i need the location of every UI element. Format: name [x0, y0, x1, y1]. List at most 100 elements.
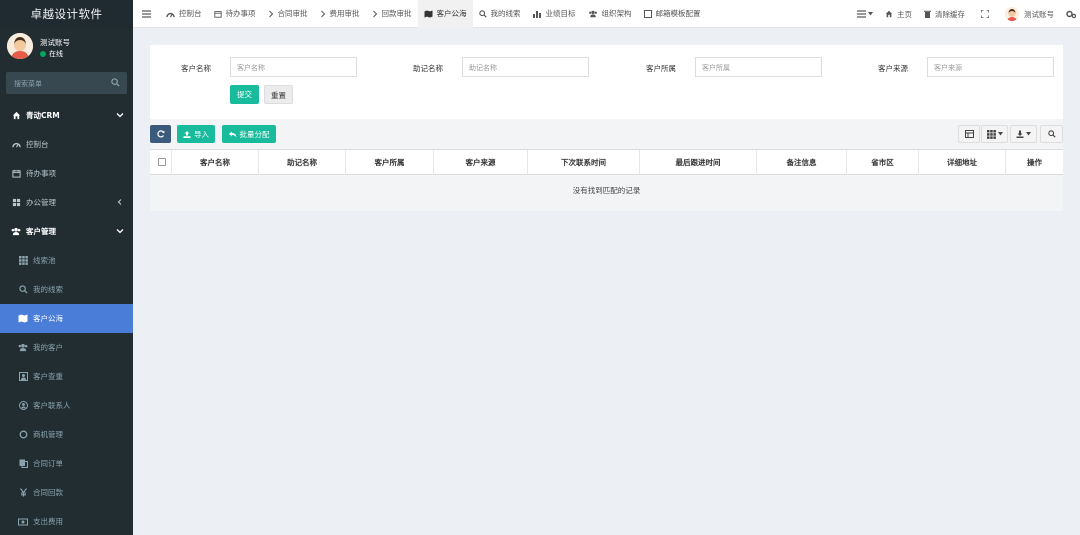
sidebar-item-customer-mgmt[interactable]: 客户管理: [0, 217, 133, 246]
column-header[interactable]: 客户所属: [346, 150, 434, 175]
select-all-checkbox[interactable]: [158, 158, 166, 166]
sidebar-item-my-leads[interactable]: 我的线索: [0, 275, 133, 304]
sidebar-item-expenses[interactable]: 支出费用: [0, 507, 133, 535]
customer-source-input[interactable]: 客户来源: [927, 57, 1054, 77]
filter-label-customer-name: 客户名称: [181, 64, 211, 73]
sidebar-item-duplicate-check[interactable]: 客户查重: [0, 362, 133, 391]
table-search-button[interactable]: [1040, 125, 1063, 143]
tab-todo[interactable]: 待办事项: [208, 0, 262, 28]
sidebar-item-dashboard[interactable]: 控制台: [0, 130, 133, 159]
reset-button[interactable]: 重置: [264, 85, 293, 104]
user-circle-icon: [18, 401, 28, 411]
customer-source-placeholder[interactable]: 客户来源: [934, 64, 962, 72]
sidebar-item-my-customers[interactable]: 我的客户: [0, 333, 133, 362]
column-header[interactable]: 客户来源: [434, 150, 528, 175]
sidebar-search[interactable]: 搜索菜单: [6, 72, 127, 94]
clear-cache-label: 清除缓存: [935, 9, 965, 19]
column-header[interactable]: 下次联系时间: [528, 150, 640, 175]
sidebar-item-lead-pool[interactable]: 线索池: [0, 246, 133, 275]
list-icon[interactable]: [857, 10, 866, 18]
home-icon: [885, 10, 893, 18]
tab-my-leads[interactable]: 我的线索: [473, 0, 527, 28]
home-label: 主页: [897, 9, 912, 19]
sidebar-toggle-button[interactable]: [133, 0, 160, 28]
bars-icon[interactable]: [142, 9, 151, 18]
sidebar-item-opportunities[interactable]: 商机管理: [0, 420, 133, 449]
filter-label-customer-source: 客户来源: [878, 64, 908, 73]
search-icon: [1047, 130, 1056, 138]
chevron-left-icon: [116, 198, 124, 206]
tab-customer-pool[interactable]: 客户公海: [417, 0, 473, 28]
fullscreen-icon[interactable]: [981, 10, 989, 18]
search-icon: [478, 9, 487, 18]
clear-cache-button[interactable]: 清除缓存: [918, 0, 971, 28]
tab-list-dropdown[interactable]: [851, 0, 879, 28]
column-header[interactable]: 省市区: [847, 150, 919, 175]
sidebar-item-crm[interactable]: 青动CRM: [0, 101, 133, 130]
sidebar-item-contacts[interactable]: 客户联系人: [0, 391, 133, 420]
settings-button[interactable]: [1060, 0, 1080, 28]
column-header[interactable]: 助记名称: [259, 150, 346, 175]
batch-assign-button[interactable]: 批量分配: [222, 125, 276, 143]
calendar-icon: [11, 169, 21, 179]
sidebar-item-customer-pool[interactable]: 客户公海: [0, 304, 133, 333]
customer-owner-input[interactable]: 客户所属: [695, 57, 822, 77]
toggle-view-button[interactable]: [958, 125, 980, 143]
top-navbar: 控制台 待办事项 合同审批 费用审批 回款审批 客户公海 我的线索 业绩目标 组…: [133, 0, 1080, 28]
search-icon[interactable]: [111, 78, 120, 87]
mnemonic-name-placeholder[interactable]: 助记名称: [469, 64, 497, 72]
mnemonic-name-input[interactable]: 助记名称: [462, 57, 589, 77]
columns-dropdown-button[interactable]: [981, 125, 1008, 143]
tab-payment-approval[interactable]: 回款审批: [366, 0, 418, 28]
sidebar-item-todo[interactable]: 待办事项: [0, 159, 133, 188]
sidebar-item-label: 控制台: [26, 140, 49, 149]
dashboard-icon: [11, 140, 21, 150]
square-icon: [643, 9, 652, 18]
column-header[interactable]: 最后跟进时间: [640, 150, 757, 175]
sidebar-item-label: 办公管理: [26, 198, 56, 207]
fullscreen-button[interactable]: [971, 0, 999, 28]
user-box-icon: [18, 372, 28, 382]
sidebar-item-office[interactable]: 办公管理: [0, 188, 133, 217]
customer-owner-placeholder[interactable]: 客户所属: [702, 64, 730, 72]
refresh-button[interactable]: [150, 125, 171, 143]
customer-name-input[interactable]: 客户名称: [230, 57, 357, 77]
user-avatar-small[interactable]: [1005, 7, 1019, 21]
sidebar-item-label: 客户公海: [33, 314, 63, 323]
column-header[interactable]: 客户名称: [172, 150, 259, 175]
column-header[interactable]: 操作: [1006, 150, 1063, 175]
th-icon: [986, 129, 996, 139]
user-avatar[interactable]: [7, 33, 33, 59]
chevron-down-icon: [116, 227, 124, 235]
submit-button[interactable]: 提交: [230, 85, 259, 104]
customer-name-placeholder[interactable]: 客户名称: [237, 64, 265, 72]
home-link[interactable]: 主页: [879, 0, 918, 28]
tab-dashboard[interactable]: 控制台: [160, 0, 208, 28]
tab-contract-approval[interactable]: 合同审批: [262, 0, 314, 28]
sidebar-item-contract-payments[interactable]: 合同回款: [0, 478, 133, 507]
column-header[interactable]: 备注信息: [757, 150, 847, 175]
column-header[interactable]: 详细地址: [919, 150, 1006, 175]
sidebar-search-placeholder[interactable]: 搜索菜单: [14, 79, 42, 89]
tab-org-structure[interactable]: 组织架构: [582, 0, 638, 28]
chevron-down-icon: [116, 111, 124, 119]
tab-email-template[interactable]: 邮箱模板配置: [638, 0, 707, 28]
sidebar-item-label: 客户联系人: [33, 401, 71, 410]
caret-down-icon[interactable]: [868, 12, 873, 16]
export-dropdown-button[interactable]: [1010, 125, 1037, 143]
bar-chart-icon: [532, 10, 542, 18]
tab-expense-approval[interactable]: 费用审批: [314, 0, 366, 28]
yen-icon: [18, 488, 28, 498]
copy-icon: [18, 459, 28, 469]
user-account-menu[interactable]: 测试账号: [999, 0, 1060, 28]
filter-label-customer-owner: 客户所属: [646, 64, 676, 73]
map-icon: [18, 314, 28, 324]
gears-icon[interactable]: [1066, 10, 1076, 19]
table-panel: 导入 批量分配 客户名称 助记名称 客户所属 客户来源 下次联系时间 最后跟进时…: [150, 119, 1063, 211]
sidebar-item-contract-orders[interactable]: 合同订单: [0, 449, 133, 478]
app-logo[interactable]: 卓越设计软件: [0, 0, 133, 28]
users-icon: [18, 343, 28, 353]
users-icon: [588, 10, 598, 18]
import-button[interactable]: 导入: [177, 125, 215, 143]
tab-performance-goals[interactable]: 业绩目标: [527, 0, 582, 28]
